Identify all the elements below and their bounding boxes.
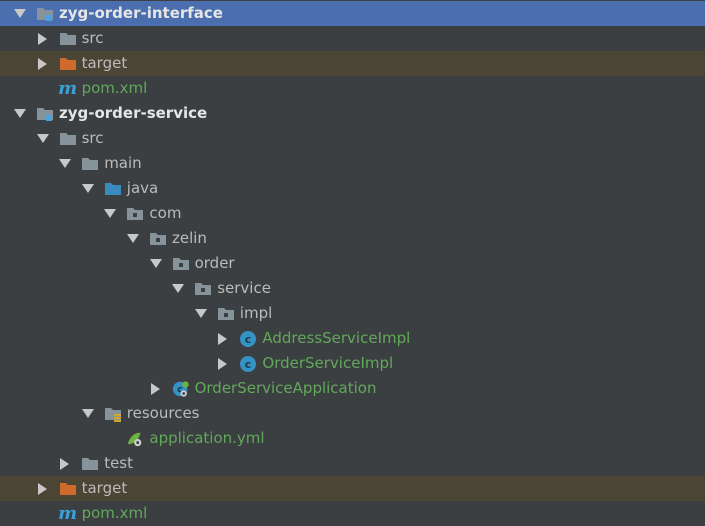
folder-icon	[59, 31, 77, 47]
expand-arrow-icon[interactable]	[35, 481, 51, 497]
resources-folder-icon	[104, 406, 122, 422]
package-icon	[172, 256, 190, 272]
module-folder-icon	[36, 6, 54, 22]
tree-row-order[interactable]: order	[0, 251, 705, 276]
tree-item-label: application.yml	[149, 429, 265, 447]
tree-row-java[interactable]: java	[0, 176, 705, 201]
tree-item-label: pom.xml	[81, 79, 148, 97]
arrow-spacer	[35, 81, 51, 97]
collapse-arrow-icon[interactable]	[193, 306, 209, 322]
folder-icon	[59, 131, 77, 147]
svg-text:c: c	[245, 358, 252, 371]
tree-row-orderserviceimpl[interactable]: c OrderServiceImpl	[0, 351, 705, 376]
tree-row-application-yml[interactable]: application.yml	[0, 426, 705, 451]
tree-row-orderserviceapplication[interactable]: c OrderServiceApplication	[0, 376, 705, 401]
collapse-arrow-icon[interactable]	[57, 156, 73, 172]
tree-item-label: OrderServiceImpl	[262, 354, 394, 372]
tree-row-pom-xml[interactable]: m pom.xml	[0, 501, 705, 526]
tree-item-label: zyg-order-interface	[59, 4, 223, 22]
tree-item-label: java	[126, 179, 159, 197]
collapse-arrow-icon[interactable]	[12, 106, 28, 122]
collapse-arrow-icon[interactable]	[80, 181, 96, 197]
tree-row-com[interactable]: com	[0, 201, 705, 226]
tree-item-label: OrderServiceApplication	[194, 379, 377, 397]
maven-icon: m	[58, 502, 78, 524]
arrow-spacer	[35, 506, 51, 522]
tree-item-label: src	[81, 129, 104, 147]
tree-row-zyg-order-service[interactable]: zyg-order-service	[0, 101, 705, 126]
tree-row-service[interactable]: service	[0, 276, 705, 301]
tree-item-label: pom.xml	[81, 504, 148, 522]
tree-item-label: resources	[126, 404, 200, 422]
tree-row-zyg-order-interface[interactable]: zyg-order-interface	[0, 1, 705, 26]
class-icon: c	[239, 355, 257, 372]
module-folder-icon	[36, 106, 54, 122]
project-tree: zyg-order-interface src target m pom.xml zyg-…	[0, 0, 705, 525]
tree-item-label: impl	[239, 304, 273, 322]
tree-item-label: service	[217, 279, 271, 297]
tree-item-label: target	[81, 54, 128, 72]
tree-row-main[interactable]: main	[0, 151, 705, 176]
tree-row-target[interactable]: target	[0, 51, 705, 76]
tree-row-test[interactable]: test	[0, 451, 705, 476]
excluded-folder-icon	[59, 56, 77, 72]
collapse-arrow-icon[interactable]	[170, 281, 186, 297]
spring-yml-icon	[126, 431, 144, 447]
folder-icon	[81, 156, 99, 172]
collapse-arrow-icon[interactable]	[148, 256, 164, 272]
tree-item-label: com	[149, 204, 182, 222]
expand-arrow-icon[interactable]	[215, 331, 231, 347]
tree-row-resources[interactable]: resources	[0, 401, 705, 426]
package-icon	[194, 281, 212, 297]
tree-item-label: order	[194, 254, 235, 272]
arrow-spacer	[102, 431, 118, 447]
tree-item-label: main	[104, 154, 142, 172]
tree-item-label: test	[104, 454, 133, 472]
package-icon	[126, 206, 144, 222]
tree-row-impl[interactable]: impl	[0, 301, 705, 326]
excluded-folder-icon	[59, 481, 77, 497]
expand-arrow-icon[interactable]	[57, 456, 73, 472]
folder-icon	[81, 456, 99, 472]
source-folder-icon	[104, 181, 122, 197]
tree-item-label: zyg-order-service	[59, 104, 208, 122]
collapse-arrow-icon[interactable]	[35, 131, 51, 147]
collapse-arrow-icon[interactable]	[80, 406, 96, 422]
tree-row-pom-xml[interactable]: m pom.xml	[0, 76, 705, 101]
expand-arrow-icon[interactable]	[148, 381, 164, 397]
tree-item-label: AddressServiceImpl	[262, 329, 411, 347]
tree-row-target[interactable]: target	[0, 476, 705, 501]
package-icon	[149, 231, 167, 247]
tree-row-addressserviceimpl[interactable]: c AddressServiceImpl	[0, 326, 705, 351]
expand-arrow-icon[interactable]	[35, 56, 51, 72]
tree-row-src[interactable]: src	[0, 26, 705, 51]
collapse-arrow-icon[interactable]	[102, 206, 118, 222]
class-icon: c	[239, 330, 257, 347]
expand-arrow-icon[interactable]	[35, 31, 51, 47]
maven-icon: m	[58, 77, 78, 99]
expand-arrow-icon[interactable]	[215, 356, 231, 372]
svg-text:c: c	[245, 333, 252, 346]
collapse-arrow-icon[interactable]	[12, 6, 28, 22]
tree-item-label: src	[81, 29, 104, 47]
spring-boot-class-icon: c	[172, 380, 190, 397]
collapse-arrow-icon[interactable]	[125, 231, 141, 247]
tree-row-src[interactable]: src	[0, 126, 705, 151]
package-icon	[217, 306, 235, 322]
tree-item-label: zelin	[172, 229, 207, 247]
tree-item-label: target	[81, 479, 128, 497]
tree-row-zelin[interactable]: zelin	[0, 226, 705, 251]
